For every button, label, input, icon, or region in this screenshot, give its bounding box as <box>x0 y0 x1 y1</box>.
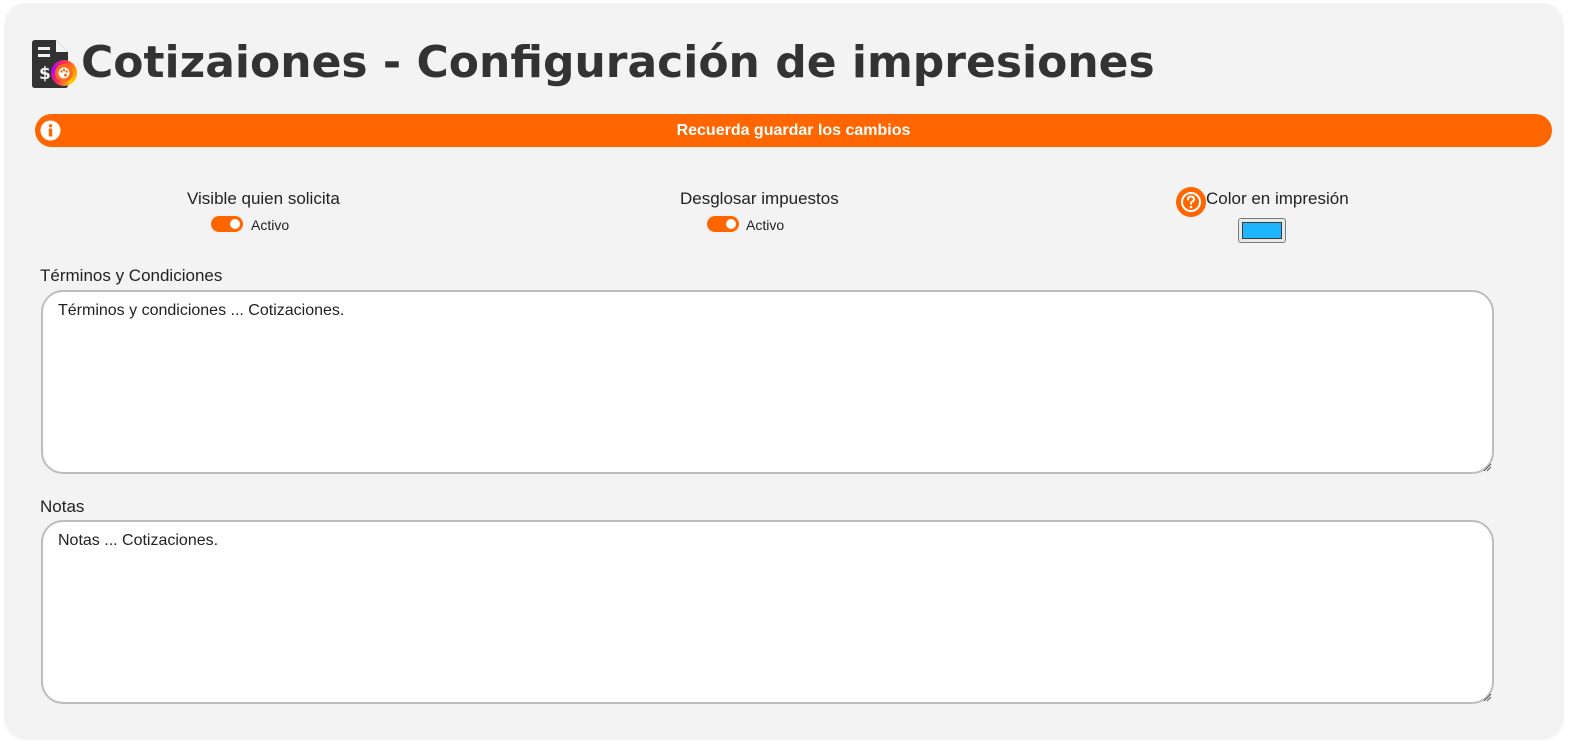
save-reminder-banner: Recuerda guardar los cambios <box>35 114 1552 147</box>
resize-grip-icon[interactable] <box>1482 462 1492 472</box>
color-picker-value <box>1242 222 1282 239</box>
visible-quien-solicita-label: Visible quien solicita <box>187 189 340 208</box>
page-title: Cotizaiones - Configuración de impresion… <box>81 36 1155 88</box>
visible-quien-solicita-state: Activo <box>251 217 290 233</box>
visible-quien-solicita-toggle[interactable] <box>211 216 243 232</box>
banner-text: Recuerda guardar los cambios <box>676 121 911 139</box>
notas-label: Notas <box>40 497 85 516</box>
desglosar-impuestos-state: Activo <box>746 217 785 233</box>
desglosar-impuestos-label: Desglosar impuestos <box>680 189 839 208</box>
desglosar-impuestos-toggle[interactable] <box>707 216 739 232</box>
notas-textarea[interactable]: Notas ... Cotizaciones. <box>41 520 1494 704</box>
question-circle-icon[interactable] <box>1176 187 1206 217</box>
color-impresion-label: Color en impresión <box>1206 189 1349 208</box>
resize-grip-icon[interactable] <box>1482 692 1492 702</box>
terminos-label: Términos y Condiciones <box>40 266 223 285</box>
info-icon <box>39 119 62 142</box>
color-picker[interactable] <box>1238 218 1286 243</box>
page-header: $ Cotizaiones - Configuración de impresi… <box>31 34 1155 90</box>
palette-icon <box>51 60 77 86</box>
svg-text:$: $ <box>39 64 51 84</box>
document-dollar-palette-icon: $ <box>31 34 79 90</box>
terminos-textarea[interactable]: Términos y condiciones ... Cotizaciones. <box>41 290 1494 474</box>
